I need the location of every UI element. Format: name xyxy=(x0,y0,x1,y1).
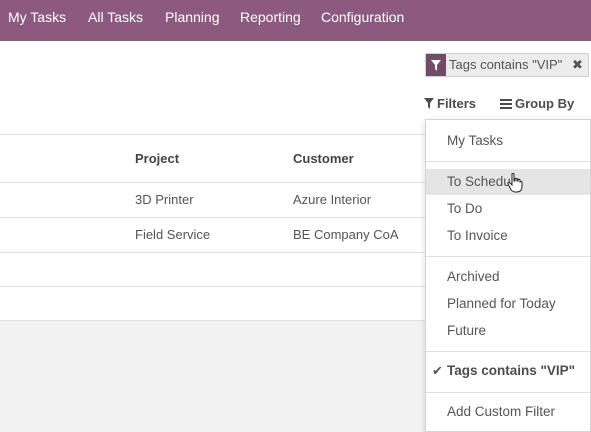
close-icon[interactable]: ✖ xyxy=(572,57,583,73)
add-custom-filter[interactable]: Add Custom Filter xyxy=(426,399,590,425)
cell-project: Field Service xyxy=(135,227,211,242)
search-facet[interactable]: Tags contains "VIP" ✖ xyxy=(425,53,589,77)
filters-label: Filters xyxy=(437,96,477,111)
check-icon: ✔ xyxy=(432,363,443,378)
column-header-customer[interactable]: Customer xyxy=(293,151,354,166)
menu-divider xyxy=(426,256,590,257)
group-by-label: Group By xyxy=(515,96,575,111)
cell-customer: Azure Interior xyxy=(293,192,372,207)
filters-dropdown: My Tasks To Schedule To Do To Invoice Ar… xyxy=(425,119,591,432)
filter-future[interactable]: Future xyxy=(426,318,590,344)
nav-reporting[interactable]: Reporting xyxy=(240,0,301,34)
filter-my-tasks[interactable]: My Tasks xyxy=(426,128,590,154)
filter-tags-vip[interactable]: ✔ Tags contains "VIP" xyxy=(426,358,590,384)
menu-divider xyxy=(426,161,590,162)
top-navbar: My Tasks All Tasks Planning Reporting Co… xyxy=(0,0,591,41)
filter-archived[interactable]: Archived xyxy=(426,264,590,290)
filter-planned-today[interactable]: Planned for Today xyxy=(426,291,590,317)
menu-divider xyxy=(426,351,590,352)
nav-my-tasks[interactable]: My Tasks xyxy=(8,0,66,34)
column-header-project[interactable]: Project xyxy=(135,151,179,166)
filters-button[interactable]: Filters xyxy=(424,96,476,118)
menu-divider xyxy=(426,392,590,393)
nav-configuration[interactable]: Configuration xyxy=(321,0,404,34)
filter-to-invoice[interactable]: To Invoice xyxy=(426,223,590,249)
group-by-button[interactable]: Group By xyxy=(500,96,574,118)
filter-icon xyxy=(426,54,446,76)
cell-customer: BE Company CoA xyxy=(293,227,399,242)
cell-project: 3D Printer xyxy=(135,192,194,207)
filter-tags-vip-label: Tags contains "VIP" xyxy=(447,363,576,378)
bars-icon xyxy=(500,99,512,109)
facet-label: Tags contains "VIP" xyxy=(449,57,563,72)
filter-icon xyxy=(424,98,434,109)
filter-to-do[interactable]: To Do xyxy=(426,196,590,222)
hand-cursor-icon xyxy=(507,173,523,193)
nav-planning[interactable]: Planning xyxy=(165,0,220,34)
nav-all-tasks[interactable]: All Tasks xyxy=(88,0,143,34)
